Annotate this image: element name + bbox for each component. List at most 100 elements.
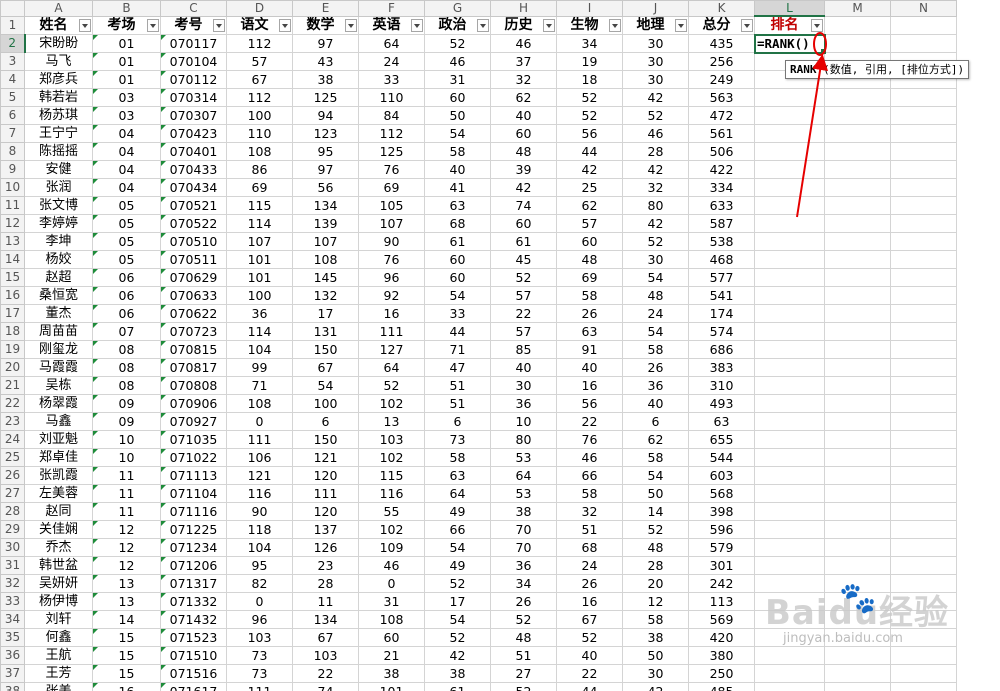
score-cell[interactable]: 40 [490,358,557,377]
score-cell[interactable]: 53 [490,484,557,503]
id-cell[interactable]: 070522 [160,214,227,233]
score-cell[interactable]: 33 [424,304,491,323]
rank-cell[interactable] [754,340,825,359]
row-header[interactable]: 17 [0,304,25,323]
empty-cell[interactable] [890,160,957,179]
score-cell[interactable]: 60 [424,250,491,269]
empty-cell[interactable] [890,322,957,341]
score-cell[interactable]: 69 [226,178,293,197]
room-cell[interactable]: 05 [92,214,161,233]
rank-cell[interactable] [754,394,825,413]
rank-cell[interactable] [754,592,825,611]
empty-cell[interactable] [890,232,957,251]
score-cell[interactable]: 60 [424,268,491,287]
score-cell[interactable]: 132 [292,286,359,305]
name-cell[interactable]: 董杰 [24,304,93,323]
name-cell[interactable]: 左美蓉 [24,484,93,503]
room-cell[interactable]: 14 [92,610,161,629]
empty-cell[interactable] [824,628,891,647]
score-cell[interactable]: 30 [622,52,689,71]
total-cell[interactable]: 538 [688,232,755,251]
score-cell[interactable]: 123 [292,124,359,143]
id-cell[interactable]: 070808 [160,376,227,395]
score-cell[interactable]: 31 [424,70,491,89]
score-cell[interactable]: 54 [424,124,491,143]
rank-cell[interactable] [754,538,825,557]
id-cell[interactable]: 070906 [160,394,227,413]
score-cell[interactable]: 26 [556,574,623,593]
name-cell[interactable]: 韩世盆 [24,556,93,575]
score-cell[interactable]: 73 [424,430,491,449]
empty-cell[interactable] [824,430,891,449]
name-cell[interactable]: 乔杰 [24,538,93,557]
score-cell[interactable]: 100 [226,286,293,305]
score-cell[interactable]: 85 [490,340,557,359]
empty-cell[interactable] [824,322,891,341]
empty-cell[interactable] [824,268,891,287]
column-header-e[interactable]: E [292,0,359,17]
room-cell[interactable]: 01 [92,52,161,71]
row-header[interactable]: 22 [0,394,25,413]
score-cell[interactable]: 22 [556,412,623,431]
name-cell[interactable]: 杨翠霞 [24,394,93,413]
score-cell[interactable]: 52 [358,376,425,395]
score-cell[interactable]: 31 [358,592,425,611]
score-cell[interactable]: 104 [226,340,293,359]
score-cell[interactable]: 96 [226,610,293,629]
score-cell[interactable]: 42 [424,646,491,665]
empty-cell[interactable] [890,538,957,557]
score-cell[interactable]: 42 [622,682,689,691]
score-cell[interactable]: 25 [556,178,623,197]
rank-cell[interactable] [754,124,825,143]
row-header[interactable]: 3 [0,52,25,71]
empty-cell[interactable] [890,556,957,575]
total-cell[interactable]: 242 [688,574,755,593]
id-cell[interactable]: 070927 [160,412,227,431]
filter-dropdown-icon[interactable] [811,19,823,32]
room-cell[interactable]: 05 [92,196,161,215]
score-cell[interactable]: 24 [358,52,425,71]
column-header-j[interactable]: J [622,0,689,17]
score-cell[interactable]: 112 [226,88,293,107]
score-cell[interactable]: 50 [424,106,491,125]
name-cell[interactable]: 刚玺龙 [24,340,93,359]
total-cell[interactable]: 603 [688,466,755,485]
empty-cell[interactable] [824,664,891,683]
rank-cell[interactable] [754,628,825,647]
id-cell[interactable]: 071617 [160,682,227,691]
column-header-i[interactable]: I [556,0,623,17]
score-cell[interactable]: 121 [226,466,293,485]
rank-cell[interactable] [754,142,825,161]
score-cell[interactable]: 95 [226,556,293,575]
name-cell[interactable]: 韩若岩 [24,88,93,107]
row-header[interactable]: 31 [0,556,25,575]
total-cell[interactable]: 541 [688,286,755,305]
empty-cell[interactable] [824,34,891,53]
score-cell[interactable]: 36 [226,304,293,323]
score-cell[interactable]: 6 [424,412,491,431]
empty-cell[interactable] [890,430,957,449]
id-cell[interactable]: 070112 [160,70,227,89]
worksheet-table[interactable]: A B C D E F G H I J K L M N 1 姓名 考场 考号 语文 数学 英语 政治 历史 生物 地理 总分 排名 2… [0,0,957,691]
row-header[interactable]: 34 [0,610,25,629]
row-header[interactable]: 2 [0,34,26,53]
row-header[interactable]: 8 [0,142,25,161]
score-cell[interactable]: 32 [556,502,623,521]
score-cell[interactable]: 114 [226,214,293,233]
score-cell[interactable]: 17 [292,304,359,323]
id-cell[interactable]: 070629 [160,268,227,287]
score-cell[interactable]: 150 [292,430,359,449]
score-cell[interactable]: 54 [292,376,359,395]
name-cell[interactable]: 杨姣 [24,250,93,269]
score-cell[interactable]: 73 [226,646,293,665]
rank-cell[interactable] [754,664,825,683]
id-cell[interactable]: 071523 [160,628,227,647]
score-cell[interactable]: 54 [622,268,689,287]
name-cell[interactable]: 王航 [24,646,93,665]
score-cell[interactable]: 46 [556,448,623,467]
score-cell[interactable]: 108 [226,142,293,161]
score-cell[interactable]: 55 [358,502,425,521]
id-cell[interactable]: 071022 [160,448,227,467]
score-cell[interactable]: 28 [622,556,689,575]
active-formula-cell[interactable]: =RANK() [753,33,826,54]
